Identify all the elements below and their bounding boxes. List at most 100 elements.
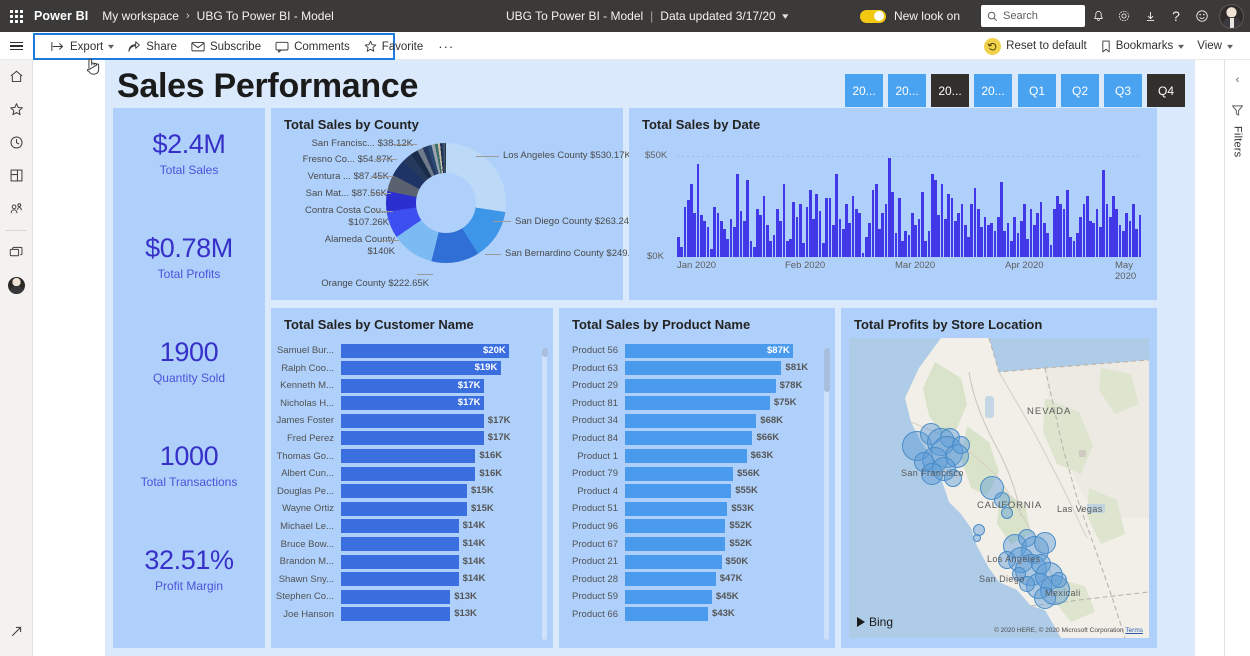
date-bar[interactable] <box>779 220 782 257</box>
breadcrumb-report[interactable]: UBG To Power BI - Model <box>197 9 334 23</box>
date-bar[interactable] <box>746 180 749 257</box>
toggle-switch-icon[interactable] <box>859 9 886 23</box>
product-bar-list[interactable]: Product 56 $87K Product 63 $81K Product 29 $7… <box>559 342 835 624</box>
date-bar[interactable] <box>693 212 697 257</box>
date-bar[interactable] <box>924 240 927 257</box>
date-bar[interactable] <box>1118 224 1122 257</box>
product-bar[interactable] <box>625 501 728 516</box>
date-bar[interactable] <box>729 218 733 257</box>
date-bar[interactable] <box>822 242 825 257</box>
date-bar[interactable] <box>861 252 865 257</box>
bookmarks-button[interactable]: Bookmarks ▾ <box>1101 40 1184 53</box>
date-bar[interactable] <box>766 224 769 257</box>
date-bar[interactable] <box>917 218 921 257</box>
date-bar[interactable] <box>1135 228 1138 257</box>
product-row[interactable]: Product 66 $43K <box>559 606 835 623</box>
date-bar[interactable] <box>769 240 773 257</box>
date-bar[interactable] <box>881 212 885 257</box>
date-bar[interactable] <box>960 204 964 257</box>
date-bar[interactable] <box>1122 230 1125 257</box>
date-bar[interactable] <box>1049 244 1053 257</box>
date-bar[interactable] <box>858 212 862 257</box>
date-bar[interactable] <box>736 174 740 257</box>
donut-chart[interactable] <box>386 143 506 263</box>
customer-row[interactable]: Wayne Ortiz $15K <box>271 500 553 517</box>
customer-bar[interactable] <box>341 466 476 481</box>
date-bar[interactable] <box>1003 230 1007 257</box>
kpi-card[interactable]: 32.51% Profit Margin <box>113 546 265 594</box>
date-bar[interactable] <box>980 226 984 257</box>
date-bar[interactable] <box>762 196 766 257</box>
date-bar[interactable] <box>891 192 894 257</box>
date-bar[interactable] <box>742 220 746 257</box>
date-bar[interactable] <box>990 222 993 257</box>
date-bar[interactable] <box>1019 220 1023 257</box>
date-bar[interactable] <box>1105 204 1109 257</box>
customer-row[interactable]: Brandon M... $14K <box>271 553 553 570</box>
customer-row[interactable]: Michael Le... $14K <box>271 518 553 535</box>
date-bar[interactable] <box>1033 224 1036 257</box>
date-bar[interactable] <box>871 190 875 257</box>
customer-bar[interactable] <box>341 519 459 534</box>
expand-arrow-icon[interactable] <box>0 615 33 648</box>
product-row[interactable]: Product 51 $53K <box>559 500 835 517</box>
date-bar[interactable] <box>1099 226 1102 257</box>
date-bar[interactable] <box>888 158 891 257</box>
date-bar[interactable] <box>1085 196 1089 257</box>
customer-row[interactable]: Bruce Bow... $14K <box>271 536 553 553</box>
date-bar[interactable] <box>772 234 776 257</box>
date-bar[interactable] <box>690 184 693 257</box>
customer-row[interactable]: James Foster $17K <box>271 412 553 429</box>
subscribe-button[interactable]: Subscribe <box>184 35 268 59</box>
date-bar[interactable] <box>996 216 1000 257</box>
date-bar[interactable] <box>1131 204 1135 257</box>
date-bar[interactable] <box>818 210 822 257</box>
customer-bar[interactable] <box>341 501 467 516</box>
date-bar[interactable] <box>1125 212 1129 257</box>
date-bar[interactable] <box>983 216 987 257</box>
date-bar[interactable] <box>973 188 977 257</box>
date-bar[interactable] <box>950 198 954 257</box>
date-bar[interactable] <box>1062 208 1066 257</box>
date-bar[interactable] <box>1092 222 1096 257</box>
date-bar[interactable] <box>1069 236 1073 257</box>
customer-bar[interactable] <box>341 484 467 499</box>
map-bubble[interactable] <box>973 534 981 542</box>
notifications-bell-icon[interactable] <box>1085 0 1111 32</box>
map-bubble[interactable] <box>952 436 970 454</box>
date-bar[interactable] <box>713 206 716 257</box>
customer-bar[interactable] <box>341 413 484 428</box>
powerbi-brand-label[interactable]: Power BI <box>34 9 88 23</box>
date-bar[interactable] <box>1052 208 1056 257</box>
date-bar[interactable] <box>1102 170 1105 257</box>
map-terms-link[interactable]: Terms <box>1125 627 1143 634</box>
date-bar[interactable] <box>907 234 911 257</box>
product-row[interactable]: Product 4 $55K <box>559 483 835 500</box>
date-bar[interactable] <box>914 224 918 257</box>
feedback-smiley-icon[interactable] <box>1189 0 1215 32</box>
date-bar[interactable] <box>920 192 924 257</box>
date-bar[interactable] <box>792 202 796 257</box>
date-bar[interactable] <box>756 208 759 257</box>
customer-bar[interactable] <box>341 537 459 552</box>
product-row[interactable]: Product 79 $56K <box>559 465 835 482</box>
date-bar[interactable] <box>911 212 914 257</box>
customer-bar-list[interactable]: Samuel Bur... $20K Ralph Coo... $19K Kenneth… <box>271 342 553 624</box>
customer-row[interactable]: Kenneth M... $17K <box>271 377 553 394</box>
comments-button[interactable]: Comments <box>268 35 357 59</box>
date-bar[interactable] <box>838 218 842 257</box>
product-bar[interactable] <box>625 484 732 499</box>
sidebar-item-recent[interactable] <box>0 126 33 159</box>
date-bar[interactable] <box>1079 216 1082 257</box>
date-bar[interactable] <box>864 236 868 257</box>
date-bar[interactable] <box>808 190 812 257</box>
filter-funnel-icon[interactable] <box>1231 104 1244 122</box>
date-bar[interactable] <box>874 184 878 257</box>
date-bar[interactable] <box>1075 232 1079 257</box>
product-bar[interactable] <box>625 519 726 534</box>
date-bar[interactable] <box>789 238 792 257</box>
product-bar[interactable] <box>625 589 712 604</box>
date-bar[interactable] <box>993 230 997 257</box>
date-bar[interactable] <box>716 212 720 257</box>
product-row[interactable]: Product 63 $81K <box>559 360 835 377</box>
